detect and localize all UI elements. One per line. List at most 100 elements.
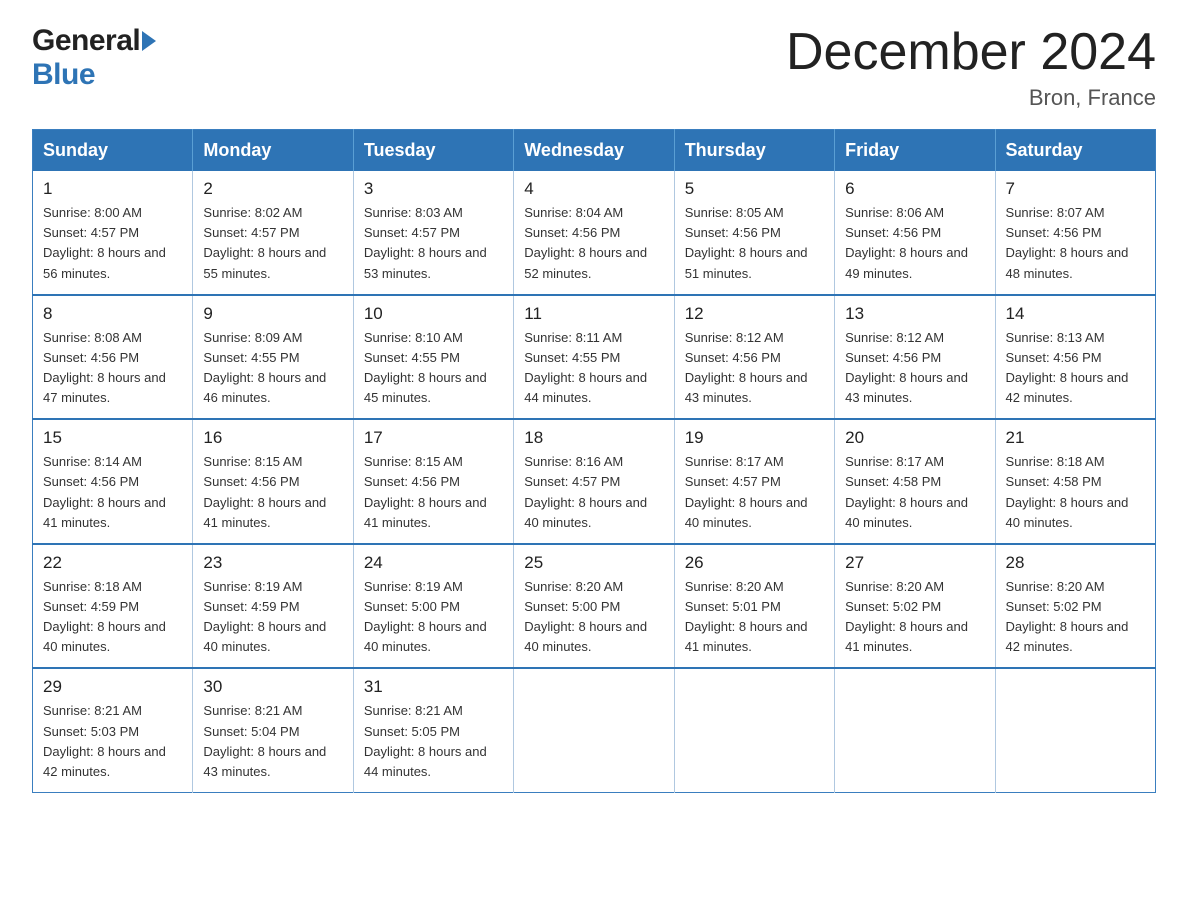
- day-number: 29: [43, 677, 182, 697]
- calendar-cell: 29 Sunrise: 8:21 AMSunset: 5:03 PMDayligh…: [33, 668, 193, 792]
- week-row-5: 29 Sunrise: 8:21 AMSunset: 5:03 PMDayligh…: [33, 668, 1156, 792]
- day-number: 7: [1006, 179, 1145, 199]
- calendar-cell: [995, 668, 1155, 792]
- day-number: 23: [203, 553, 342, 573]
- calendar-cell: 19 Sunrise: 8:17 AMSunset: 4:57 PMDayligh…: [674, 419, 834, 544]
- calendar-cell: 26 Sunrise: 8:20 AMSunset: 5:01 PMDayligh…: [674, 544, 834, 669]
- day-info: Sunrise: 8:06 AMSunset: 4:56 PMDaylight:…: [845, 203, 984, 284]
- day-info: Sunrise: 8:16 AMSunset: 4:57 PMDaylight:…: [524, 452, 663, 533]
- day-number: 4: [524, 179, 663, 199]
- calendar-cell: 10 Sunrise: 8:10 AMSunset: 4:55 PMDayligh…: [353, 295, 513, 420]
- day-number: 13: [845, 304, 984, 324]
- week-row-4: 22 Sunrise: 8:18 AMSunset: 4:59 PMDayligh…: [33, 544, 1156, 669]
- day-number: 15: [43, 428, 182, 448]
- day-number: 31: [364, 677, 503, 697]
- calendar-cell: 28Sunrise: 8:20 AMSunset: 5:02 PMDayligh…: [995, 544, 1155, 669]
- calendar-cell: 23 Sunrise: 8:19 AMSunset: 4:59 PMDayligh…: [193, 544, 353, 669]
- day-info: Sunrise: 8:18 AMSunset: 4:58 PMDaylight:…: [1006, 452, 1145, 533]
- day-number: 10: [364, 304, 503, 324]
- day-info: Sunrise: 8:19 AMSunset: 4:59 PMDaylight:…: [203, 577, 342, 658]
- day-number: 27: [845, 553, 984, 573]
- title-block: December 2024 Bron, France: [786, 24, 1156, 111]
- calendar-cell: 14 Sunrise: 8:13 AMSunset: 4:56 PMDayligh…: [995, 295, 1155, 420]
- calendar-cell: 22 Sunrise: 8:18 AMSunset: 4:59 PMDayligh…: [33, 544, 193, 669]
- calendar-cell: 16Sunrise: 8:15 AMSunset: 4:56 PMDayligh…: [193, 419, 353, 544]
- day-number: 12: [685, 304, 824, 324]
- calendar-cell: 18Sunrise: 8:16 AMSunset: 4:57 PMDayligh…: [514, 419, 674, 544]
- day-number: 1: [43, 179, 182, 199]
- calendar-table: SundayMondayTuesdayWednesdayThursdayFrid…: [32, 129, 1156, 793]
- day-info: Sunrise: 8:20 AMSunset: 5:02 PMDaylight:…: [845, 577, 984, 658]
- day-info: Sunrise: 8:14 AMSunset: 4:56 PMDaylight:…: [43, 452, 182, 533]
- day-info: Sunrise: 8:17 AMSunset: 4:58 PMDaylight:…: [845, 452, 984, 533]
- calendar-cell: 1 Sunrise: 8:00 AMSunset: 4:57 PMDaylight…: [33, 171, 193, 295]
- calendar-cell: [674, 668, 834, 792]
- day-info: Sunrise: 8:02 AMSunset: 4:57 PMDaylight:…: [203, 203, 342, 284]
- day-header-thursday: Thursday: [674, 130, 834, 172]
- day-info: Sunrise: 8:05 AMSunset: 4:56 PMDaylight:…: [685, 203, 824, 284]
- day-info: Sunrise: 8:21 AMSunset: 5:05 PMDaylight:…: [364, 701, 503, 782]
- calendar-cell: 17Sunrise: 8:15 AMSunset: 4:56 PMDayligh…: [353, 419, 513, 544]
- day-number: 9: [203, 304, 342, 324]
- day-info: Sunrise: 8:19 AMSunset: 5:00 PMDaylight:…: [364, 577, 503, 658]
- day-info: Sunrise: 8:04 AMSunset: 4:56 PMDaylight:…: [524, 203, 663, 284]
- day-number: 8: [43, 304, 182, 324]
- week-row-2: 8Sunrise: 8:08 AMSunset: 4:56 PMDaylight…: [33, 295, 1156, 420]
- day-info: Sunrise: 8:12 AMSunset: 4:56 PMDaylight:…: [845, 328, 984, 409]
- day-header-friday: Friday: [835, 130, 995, 172]
- logo-arrow-icon: [142, 31, 156, 51]
- calendar-cell: 20 Sunrise: 8:17 AMSunset: 4:58 PMDayligh…: [835, 419, 995, 544]
- day-info: Sunrise: 8:12 AMSunset: 4:56 PMDaylight:…: [685, 328, 824, 409]
- day-number: 20: [845, 428, 984, 448]
- day-header-tuesday: Tuesday: [353, 130, 513, 172]
- calendar-cell: 11 Sunrise: 8:11 AMSunset: 4:55 PMDayligh…: [514, 295, 674, 420]
- month-title: December 2024: [786, 24, 1156, 81]
- calendar-cell: 21Sunrise: 8:18 AMSunset: 4:58 PMDayligh…: [995, 419, 1155, 544]
- day-number: 17: [364, 428, 503, 448]
- day-info: Sunrise: 8:15 AMSunset: 4:56 PMDaylight:…: [203, 452, 342, 533]
- logo-blue: Blue: [32, 58, 95, 91]
- week-row-3: 15 Sunrise: 8:14 AMSunset: 4:56 PMDayligh…: [33, 419, 1156, 544]
- day-number: 11: [524, 304, 663, 324]
- day-header-wednesday: Wednesday: [514, 130, 674, 172]
- day-info: Sunrise: 8:10 AMSunset: 4:55 PMDaylight:…: [364, 328, 503, 409]
- calendar-cell: [835, 668, 995, 792]
- day-header-saturday: Saturday: [995, 130, 1155, 172]
- day-number: 28: [1006, 553, 1145, 573]
- day-number: 25: [524, 553, 663, 573]
- calendar-cell: 9 Sunrise: 8:09 AMSunset: 4:55 PMDaylight…: [193, 295, 353, 420]
- day-number: 22: [43, 553, 182, 573]
- calendar-cell: 4 Sunrise: 8:04 AMSunset: 4:56 PMDaylight…: [514, 171, 674, 295]
- day-number: 30: [203, 677, 342, 697]
- day-info: Sunrise: 8:17 AMSunset: 4:57 PMDaylight:…: [685, 452, 824, 533]
- calendar-cell: 30Sunrise: 8:21 AMSunset: 5:04 PMDayligh…: [193, 668, 353, 792]
- day-number: 14: [1006, 304, 1145, 324]
- day-number: 26: [685, 553, 824, 573]
- day-number: 3: [364, 179, 503, 199]
- day-info: Sunrise: 8:20 AMSunset: 5:01 PMDaylight:…: [685, 577, 824, 658]
- calendar-cell: 25 Sunrise: 8:20 AMSunset: 5:00 PMDayligh…: [514, 544, 674, 669]
- day-info: Sunrise: 8:13 AMSunset: 4:56 PMDaylight:…: [1006, 328, 1145, 409]
- day-number: 6: [845, 179, 984, 199]
- day-info: Sunrise: 8:00 AMSunset: 4:57 PMDaylight:…: [43, 203, 182, 284]
- calendar-cell: 24Sunrise: 8:19 AMSunset: 5:00 PMDayligh…: [353, 544, 513, 669]
- day-info: Sunrise: 8:18 AMSunset: 4:59 PMDaylight:…: [43, 577, 182, 658]
- day-info: Sunrise: 8:20 AMSunset: 5:00 PMDaylight:…: [524, 577, 663, 658]
- calendar-cell: 15 Sunrise: 8:14 AMSunset: 4:56 PMDayligh…: [33, 419, 193, 544]
- calendar-cell: 31 Sunrise: 8:21 AMSunset: 5:05 PMDayligh…: [353, 668, 513, 792]
- day-info: Sunrise: 8:21 AMSunset: 5:03 PMDaylight:…: [43, 701, 182, 782]
- calendar-cell: 12 Sunrise: 8:12 AMSunset: 4:56 PMDayligh…: [674, 295, 834, 420]
- day-info: Sunrise: 8:11 AMSunset: 4:55 PMDaylight:…: [524, 328, 663, 409]
- day-info: Sunrise: 8:09 AMSunset: 4:55 PMDaylight:…: [203, 328, 342, 409]
- day-number: 2: [203, 179, 342, 199]
- logo: General Blue: [32, 24, 156, 92]
- calendar-cell: 2 Sunrise: 8:02 AMSunset: 4:57 PMDaylight…: [193, 171, 353, 295]
- day-number: 19: [685, 428, 824, 448]
- calendar-cell: 27 Sunrise: 8:20 AMSunset: 5:02 PMDayligh…: [835, 544, 995, 669]
- calendar-cell: 5 Sunrise: 8:05 AMSunset: 4:56 PMDaylight…: [674, 171, 834, 295]
- day-number: 5: [685, 179, 824, 199]
- day-header-monday: Monday: [193, 130, 353, 172]
- day-info: Sunrise: 8:03 AMSunset: 4:57 PMDaylight:…: [364, 203, 503, 284]
- calendar-cell: 3 Sunrise: 8:03 AMSunset: 4:57 PMDaylight…: [353, 171, 513, 295]
- day-header-sunday: Sunday: [33, 130, 193, 172]
